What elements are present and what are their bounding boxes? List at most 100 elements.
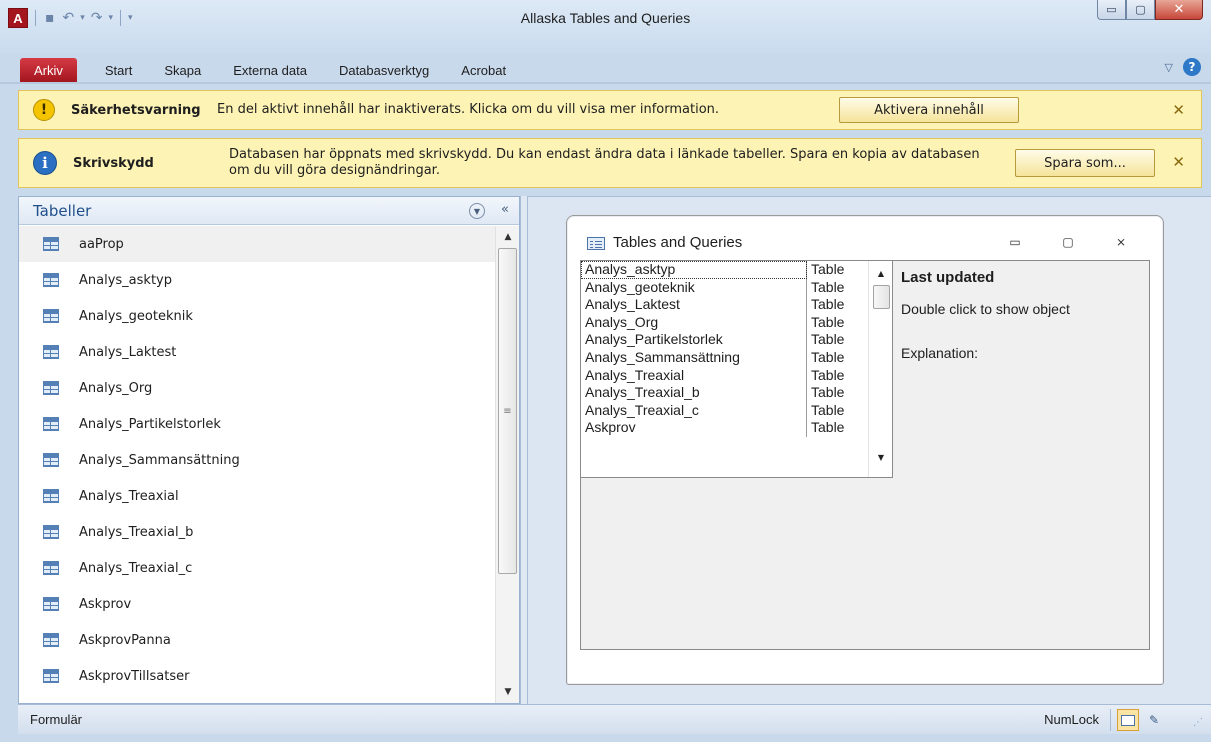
security-warning-bar: ! Säkerhetsvarning En del aktivt innehål…	[18, 90, 1202, 130]
workspace: Tables and Queries ▭ ▢ ⨯ Analys_asktyp Ta…	[528, 196, 1211, 704]
table-icon	[43, 417, 59, 431]
object-name: Analys_Sammansättning	[581, 348, 807, 367]
double-click-hint: Double click to show object	[901, 301, 1070, 317]
object-name: Analys_geoteknik	[581, 278, 807, 297]
listbox-scroll-up-icon[interactable]: ▲	[869, 265, 892, 281]
object-type: Table	[811, 296, 845, 313]
nav-item-label: Analys_Treaxial_c	[79, 560, 193, 576]
scroll-thumb[interactable]: ≡	[498, 248, 517, 574]
help-icon[interactable]: ?	[1183, 58, 1201, 76]
minimize-button[interactable]: ▭	[1097, 0, 1126, 20]
tab-acrobat[interactable]: Acrobat	[445, 58, 522, 82]
readonly-title: Skrivskydd	[73, 155, 154, 171]
table-icon	[43, 381, 59, 395]
resize-grip-icon[interactable]: ⋰	[1193, 717, 1205, 729]
form-title-bar[interactable]: Tables and Queries ▭ ▢ ⨯	[567, 216, 1163, 264]
listbox-scrollbar[interactable]: ▲ ▼	[868, 261, 892, 477]
list-item[interactable]: Analys_Org Table	[581, 313, 892, 332]
nav-item-label: Analys_Sammansättning	[79, 452, 240, 468]
nav-item-analys-treaxial[interactable]: Analys_Treaxial	[19, 478, 495, 514]
ribbon-right-controls: ▽ ?	[1165, 58, 1201, 76]
nav-item-analys-partikelstorlek[interactable]: Analys_Partikelstorlek	[19, 406, 495, 442]
list-item[interactable]: Analys_asktyp Table	[581, 261, 892, 279]
nav-item-analys-org[interactable]: Analys_Org	[19, 370, 495, 406]
listbox-scroll-thumb[interactable]	[873, 285, 890, 309]
status-view-name: Formulär	[30, 712, 83, 727]
design-view-button[interactable]: ✎	[1143, 709, 1165, 731]
nav-item-label: AskprovTillsatser	[79, 668, 190, 684]
tab-databasverktyg[interactable]: Databasverktyg	[323, 58, 445, 82]
form-minimize-button[interactable]: ▭	[1007, 234, 1023, 250]
save-as-button[interactable]: Spara som...	[1015, 149, 1155, 177]
maximize-button[interactable]: ▢	[1126, 0, 1155, 20]
close-readonly-bar-icon[interactable]: ✕	[1172, 153, 1185, 171]
explanation-label: Explanation:	[901, 345, 979, 361]
security-warning-text[interactable]: En del aktivt innehåll har inaktiverats.…	[217, 102, 719, 118]
nav-item-analys-laktest[interactable]: Analys_Laktest	[19, 334, 495, 370]
listbox-scroll-down-icon[interactable]: ▼	[869, 449, 892, 465]
nav-item-analys-asktyp[interactable]: Analys_asktyp	[19, 262, 495, 298]
tab-externa-data[interactable]: Externa data	[217, 58, 323, 82]
nav-item-label: AskprovPanna	[79, 632, 171, 648]
nav-header[interactable]: Tabeller ▼ «	[19, 197, 519, 225]
nav-item-label: Analys_Laktest	[79, 344, 177, 360]
list-item[interactable]: Askprov Table	[581, 419, 892, 437]
nav-item-analys-treaxial-c[interactable]: Analys_Treaxial_c	[19, 550, 495, 586]
object-type: Table	[811, 348, 845, 365]
nav-dropdown-icon[interactable]: ▼	[469, 203, 485, 219]
status-bar: Formulär NumLock ✎ ⋰	[18, 704, 1211, 734]
table-icon	[43, 309, 59, 323]
list-item[interactable]: Analys_Sammansättning Table	[581, 348, 892, 367]
table-icon	[43, 561, 59, 575]
list-item[interactable]: Analys_Treaxial Table	[581, 366, 892, 385]
nav-item-analys-treaxial-b[interactable]: Analys_Treaxial_b	[19, 514, 495, 550]
nav-scrollbar[interactable]: ▲ ≡ ▼	[495, 226, 519, 703]
scroll-down-icon[interactable]: ▼	[496, 681, 520, 703]
list-item[interactable]: Analys_Treaxial_c Table	[581, 401, 892, 420]
tab-skapa[interactable]: Skapa	[148, 58, 217, 82]
nav-item-analys-sammansattning[interactable]: Analys_Sammansättning	[19, 442, 495, 478]
object-type: Table	[811, 419, 845, 436]
tables-and-queries-form: Tables and Queries ▭ ▢ ⨯ Analys_asktyp Ta…	[566, 215, 1164, 685]
list-item[interactable]: Analys_Laktest Table	[581, 296, 892, 314]
form-body: Analys_asktyp Table Analys_geoteknik Table…	[580, 260, 1150, 650]
list-item[interactable]: Analys_Treaxial_b Table	[581, 384, 892, 402]
list-item[interactable]: Analys_Partikelstorlek Table	[581, 331, 892, 349]
nav-item-askprovpanna[interactable]: AskprovPanna	[19, 622, 495, 658]
nav-title[interactable]: Tabeller	[33, 202, 91, 220]
scroll-up-icon[interactable]: ▲	[496, 226, 520, 248]
close-security-bar-icon[interactable]: ✕	[1172, 101, 1185, 119]
objects-listbox[interactable]: Analys_asktyp Table Analys_geoteknik Table…	[581, 261, 893, 478]
form-maximize-button[interactable]: ▢	[1060, 234, 1076, 250]
nav-item-aaprop[interactable]: aaProp	[19, 226, 495, 262]
expand-ribbon-icon[interactable]: ▽	[1165, 61, 1173, 74]
nav-item-askprov[interactable]: Askprov	[19, 586, 495, 622]
nav-item-analys-geoteknik[interactable]: Analys_geoteknik	[19, 298, 495, 334]
table-icon	[43, 669, 59, 683]
form-close-button[interactable]: ⨯	[1113, 234, 1129, 250]
tab-arkiv[interactable]: Arkiv	[20, 58, 77, 82]
enable-content-button[interactable]: Aktivera innehåll	[839, 97, 1019, 123]
collapse-nav-icon[interactable]: «	[501, 202, 509, 217]
ribbon-tabs: Arkiv Start Skapa Externa data Databasve…	[20, 56, 522, 82]
object-type: Table	[811, 278, 845, 295]
table-icon	[43, 345, 59, 359]
object-type: Table	[811, 313, 845, 330]
object-name: Askprov	[581, 419, 807, 437]
form-view-button[interactable]	[1117, 709, 1139, 731]
form-view-icon	[1121, 714, 1135, 726]
tab-start[interactable]: Start	[89, 58, 148, 82]
nav-item-label: Analys_Treaxial	[79, 488, 179, 504]
pane-splitter[interactable]	[520, 196, 528, 704]
table-icon	[43, 237, 59, 251]
ribbon-divider	[0, 82, 1211, 84]
table-icon	[43, 525, 59, 539]
info-icon: i	[33, 151, 57, 175]
nav-item-askprovtillsatser[interactable]: AskprovTillsatser	[19, 658, 495, 694]
warning-icon: !	[33, 99, 55, 121]
title-bar: A ▪ ↶ ▾ ↷ ▾ ▾ Allaska Tables and Queries…	[0, 0, 1211, 82]
close-button[interactable]: ✕	[1155, 0, 1203, 20]
list-item[interactable]: Analys_geoteknik Table	[581, 278, 892, 297]
readonly-text: Databasen har öppnats med skrivskydd. Du…	[229, 147, 980, 178]
object-type: Table	[811, 384, 845, 401]
